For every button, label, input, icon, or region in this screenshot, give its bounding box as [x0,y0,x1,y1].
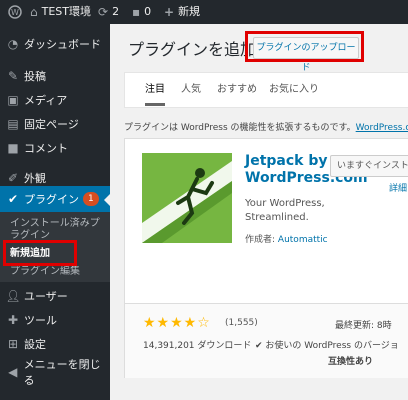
submenu-installed-plugins[interactable]: インストール済みプラグイン [10,218,106,242]
dashboard-icon: ◔ [7,37,19,51]
sidebar-item-label: ダッシュボード [24,38,101,51]
main-content: プラグインを追加 プラグインのアップロード 注目 人気 おすすめ お気に入り プ… [110,24,408,400]
plugin-description: Your WordPress, Streamlined. [245,198,325,223]
tab-popular[interactable]: 人気 [181,73,201,106]
author-link[interactable]: Automattic [278,235,328,245]
sidebar-item-label: 設定 [24,338,46,351]
tab-featured[interactable]: 注目 [145,73,165,106]
plugin-card-top: Jetpack by WordPress.com いますぐインストール 詳細 Y… [125,139,408,295]
sidebar-collapse-menu[interactable]: ◀ メニューを閉じる [0,358,110,387]
comment-icon: ■ [7,141,19,155]
admin-bar: W ⌂ TEST環境 ⟳ 2 ▪ 0 + 新規 [0,0,408,24]
wordpress-logo-icon[interactable]: W [8,0,22,24]
plugin-icon: ✔ [7,192,19,206]
pin-icon: ✎ [7,69,19,83]
page-icon: ▤ [7,117,19,131]
comment-bubble-icon: ▪ [132,5,141,19]
plugin-card-bottom: ★★★★☆ (1,555) 最終更新: 8時 14,391,201 ダウンロード… [125,303,408,378]
sidebar-item-label: プラグイン [24,193,79,206]
sidebar-item-comments[interactable]: ■ コメント [0,134,110,162]
sidebar-item-settings[interactable]: ⊞ 設定 [0,330,110,358]
refresh-icon: ⟳ [98,5,109,19]
compatibility-text: お使いの WordPress のバージョ [265,341,399,351]
last-updated: 最終更新: 8時 [335,321,392,331]
download-count: 14,391,201 ダウンロード [143,341,252,351]
rating-stars-icon: ★★★★☆ [143,315,211,331]
settings-icon: ⊞ [7,337,19,351]
updates-count: 2 [112,5,120,18]
sidebar-item-label: ユーザー [24,290,68,303]
sidebar-item-plugins[interactable]: ✔ プラグイン 1 [0,186,110,212]
media-icon: ▣ [7,93,19,107]
plugin-filter-tabs: 注目 人気 おすすめ お気に入り [124,72,408,108]
sidebar-item-label: メディア [24,94,68,107]
sidebar-item-dashboard[interactable]: ◔ ダッシュボード [0,30,110,58]
page-title: プラグインを追加 [128,40,257,59]
tool-icon: ✚ [7,313,19,327]
updates-menu[interactable]: ⟳ 2 [98,0,119,24]
highlight-upload-button [245,31,364,62]
sidebar-item-label: 投稿 [24,70,46,83]
comments-menu[interactable]: ▪ 0 [132,0,151,24]
sidebar-item-label: コメント [24,142,68,155]
tab-favorites[interactable]: お気に入り [269,73,319,106]
install-now-button[interactable]: いますぐインストール [330,155,408,177]
check-icon: ✔ [255,341,266,351]
plus-icon: + [164,5,175,19]
highlight-add-new [3,240,77,266]
comments-count: 0 [144,5,152,18]
collapse-icon: ◀ [8,365,18,379]
compatibility-status: 互換性あり [328,357,374,367]
sidebar-item-label: ツール [24,314,57,327]
new-content-menu[interactable]: + 新規 [164,0,200,24]
sidebar-item-label: 外観 [24,172,46,185]
home-icon: ⌂ [30,5,38,19]
more-details-link[interactable]: 詳細 [389,181,407,194]
appearance-icon: ✐ [7,171,19,185]
sidebar-item-label: メニューを閉じる [23,358,101,387]
plugin-card-jetpack: Jetpack by WordPress.com いますぐインストール 詳細 Y… [124,138,408,378]
author-label: 作成者: [245,235,276,245]
description-text: プラグインは WordPress の機能性を拡張するものです。 [124,123,356,133]
tab-recommended[interactable]: おすすめ [217,73,257,106]
plugin-author: 作成者: Automattic [245,232,328,245]
site-name-menu[interactable]: ⌂ TEST環境 [30,0,91,24]
admin-sidebar: ◔ ダッシュボード ✎ 投稿 ▣ メディア ▤ 固定ページ ■ コメント ✐ 外… [0,24,110,400]
compatibility: ✔ お使いの WordPress のバージョ [255,338,399,351]
plugin-update-badge: 1 [83,192,99,206]
site-name: TEST環境 [41,5,91,18]
rating-count: (1,555) [225,318,258,328]
wordpress-org-link[interactable]: WordPress.org [356,123,408,133]
svg-text:W: W [11,8,19,17]
jetpack-thumbnail-icon[interactable] [142,153,232,243]
user-icon: 👤︎ [5,289,21,303]
sidebar-item-label: 固定ページ [24,118,79,131]
submenu-plugin-editor[interactable]: プラグイン編集 [10,266,80,278]
plugins-description: プラグインは WordPress の機能性を拡張するものです。WordPress… [124,120,408,133]
new-label: 新規 [178,5,201,18]
